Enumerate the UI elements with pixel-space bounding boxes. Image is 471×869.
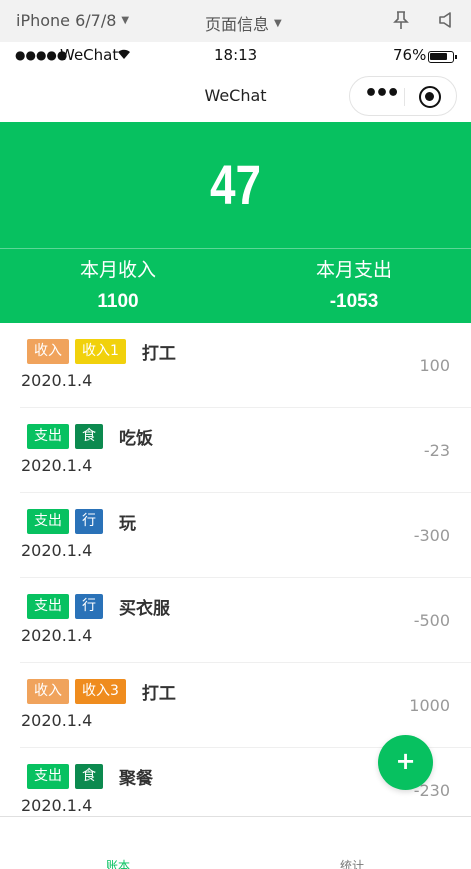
caret-down-icon: ▼: [121, 15, 130, 26]
record-title: 打工: [141, 344, 176, 364]
device-selector-label: iPhone 6/7/8: [16, 11, 117, 30]
tab-bar: 账本 统计: [0, 816, 471, 869]
caret-down-icon: ▼: [274, 17, 282, 29]
type-tag: 支出: [27, 764, 69, 789]
tab-statistics[interactable]: 统计: [292, 857, 412, 869]
category-tag: 收入3: [75, 679, 126, 704]
type-tag: 支出: [27, 594, 69, 619]
record-date: 2020.1.4: [21, 541, 93, 560]
battery-percent: 76%: [393, 46, 427, 64]
type-tag: 收入: [27, 339, 69, 364]
navigation-bar: WeChat •••: [0, 70, 471, 122]
category-tag: 收入1: [75, 339, 126, 364]
category-tag: 行: [75, 594, 103, 619]
pin-icon[interactable]: [392, 10, 410, 30]
speaker-icon[interactable]: [436, 10, 456, 30]
monthly-expense-value: -1053: [329, 291, 379, 312]
tab-ledger[interactable]: 账本: [58, 857, 178, 869]
record-date: 2020.1.4: [21, 371, 93, 390]
type-tag: 收入: [27, 679, 69, 704]
status-bar: ●●●●● WeChat 18:13 76%: [0, 42, 471, 70]
record-date: 2020.1.4: [21, 626, 93, 645]
record-title: 玩: [119, 514, 136, 534]
page-info-label: 页面信息: [205, 15, 270, 34]
category-tag: 食: [75, 424, 103, 449]
list-item[interactable]: 收入 收入1 打工 2020.1.4 100: [0, 323, 471, 408]
summary-divider: [0, 248, 471, 249]
record-amount: 100: [419, 356, 450, 375]
record-title: 打工: [141, 684, 176, 704]
capsule-divider: [404, 88, 405, 106]
record-date: 2020.1.4: [21, 796, 93, 815]
monthly-income-label: 本月收入: [79, 259, 156, 281]
list-item[interactable]: 支出 行 玩 2020.1.4 -300: [0, 493, 471, 578]
type-tag: 支出: [27, 509, 69, 534]
record-title: 聚餐: [119, 769, 153, 789]
device-selector[interactable]: iPhone 6/7/8 ▼: [16, 11, 129, 30]
record-title: 吃饭: [119, 429, 153, 449]
monthly-expense-label: 本月支出: [315, 259, 392, 281]
type-tag: 支出: [27, 424, 69, 449]
category-tag: 食: [75, 764, 103, 789]
list-item[interactable]: 支出 行 买衣服 2020.1.4 -500: [0, 578, 471, 663]
record-date: 2020.1.4: [21, 456, 93, 475]
monthly-income-value: 1100: [97, 291, 139, 312]
list-item[interactable]: 支出 食 吃饭 2020.1.4 -23: [0, 408, 471, 493]
record-date: 2020.1.4: [21, 711, 93, 730]
balance-value: 47: [209, 153, 262, 216]
page-info-menu[interactable]: 页面信息 ▼: [205, 11, 282, 35]
record-amount: -23: [423, 441, 450, 460]
more-icon[interactable]: •••: [364, 81, 400, 106]
balance-summary: 47 本月收入 本月支出 1100 -1053: [0, 122, 471, 323]
capsule-menu: •••: [349, 76, 457, 116]
category-tag: 行: [75, 509, 103, 534]
record-amount: -500: [413, 611, 450, 630]
record-title: 买衣服: [119, 599, 170, 619]
wifi-icon: [118, 49, 130, 59]
add-record-button[interactable]: +: [378, 735, 433, 790]
battery-icon: [428, 51, 457, 63]
carrier-label: WeChat: [60, 46, 119, 64]
simulator-toolbar: iPhone 6/7/8 ▼ 页面信息 ▼: [0, 0, 471, 42]
record-amount: 1000: [409, 696, 450, 715]
record-amount: -300: [413, 526, 450, 545]
close-miniprogram-icon[interactable]: [419, 86, 441, 108]
clock: 18:13: [214, 46, 258, 64]
